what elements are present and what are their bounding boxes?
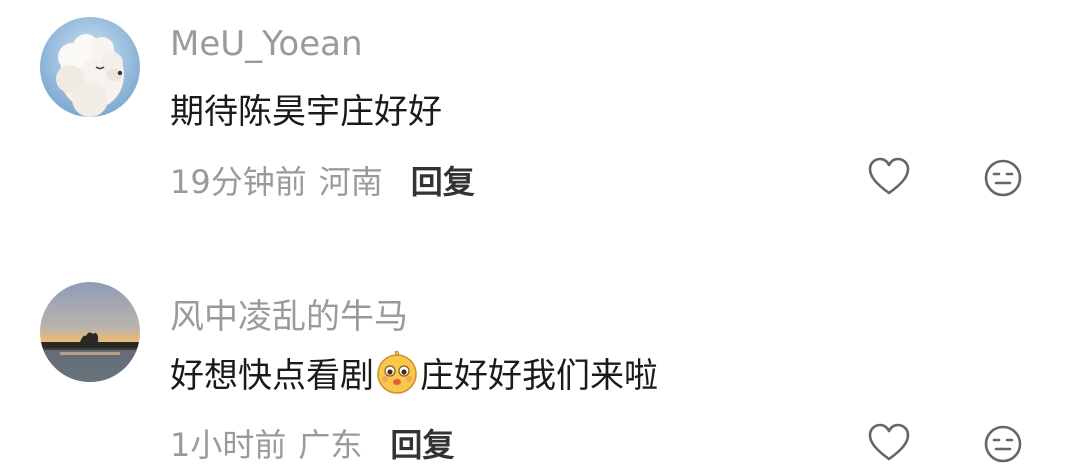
comment-meta: 19分钟前 河南 回复 <box>170 157 475 203</box>
avatar[interactable] <box>40 282 140 382</box>
reply-button[interactable]: 回复 <box>390 420 454 466</box>
comment-location: 广东 <box>298 426 363 464</box>
avatar[interactable] <box>40 17 140 117</box>
neutral-face-icon[interactable] <box>981 422 1025 466</box>
comment-location: 河南 <box>318 163 383 201</box>
heart-icon[interactable] <box>867 422 911 466</box>
sunset-lake-avatar-icon <box>40 282 140 382</box>
username[interactable]: 风中凌乱的牛马 <box>170 289 408 338</box>
username[interactable]: MeU_Yoean <box>170 24 363 64</box>
comment-text: 期待陈昊宇庄好好 <box>170 92 442 132</box>
comment-time: 19分钟前 <box>170 163 307 201</box>
white-dog-avatar-icon <box>40 17 140 117</box>
reply-button[interactable]: 回复 <box>411 157 475 203</box>
neutral-face-icon[interactable] <box>981 156 1025 200</box>
drooling-face-emoji-icon <box>375 350 419 395</box>
comment-time: 1小时前 <box>170 426 287 464</box>
comment-text: 好想快点看剧 庄好好我们来啦 <box>170 348 658 397</box>
comment-text-part: 好想快点看剧 <box>170 356 374 396</box>
heart-icon[interactable] <box>867 156 911 200</box>
comment-text-part: 庄好好我们来啦 <box>420 356 658 396</box>
comment-meta: 1小时前 广东 回复 <box>170 420 454 466</box>
